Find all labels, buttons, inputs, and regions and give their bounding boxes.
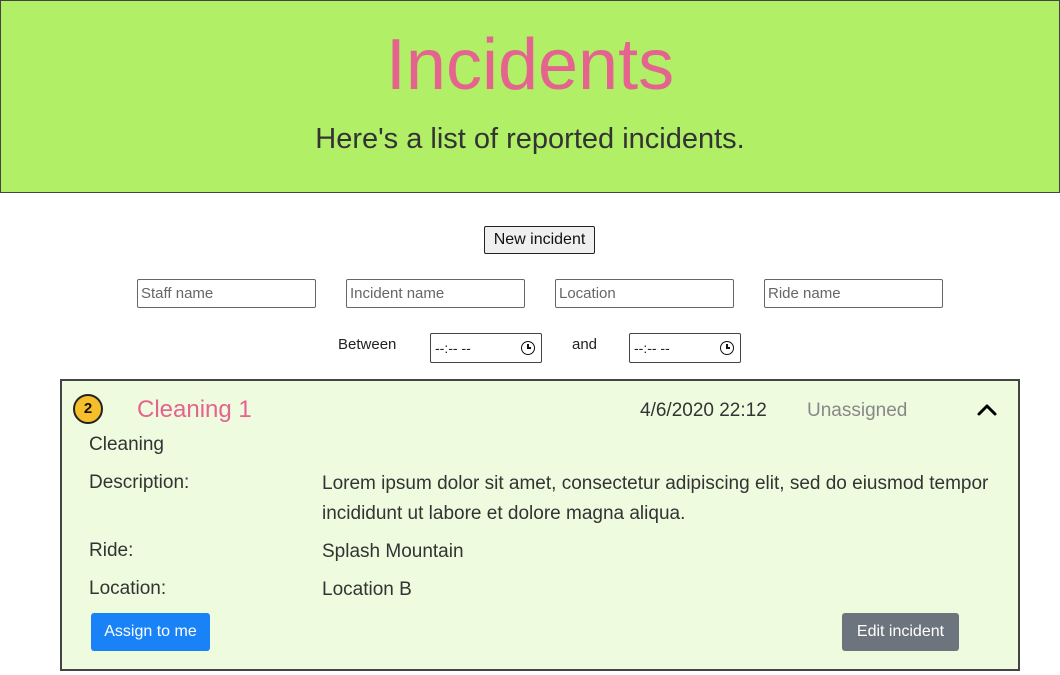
location-label: Location: — [89, 578, 167, 599]
and-label: and — [572, 336, 598, 353]
time-from-input[interactable]: --:-- -- — [430, 333, 542, 363]
page-header: Incidents Here's a list of reported inci… — [0, 0, 1060, 193]
time-to-input[interactable]: --:-- -- — [629, 333, 741, 363]
ride-label: Ride: — [89, 540, 134, 561]
staff-name-input[interactable] — [137, 279, 316, 308]
page-subtitle: Here's a list of reported incidents. — [315, 123, 745, 155]
description-label: Description: — [89, 472, 190, 493]
incident-type: Cleaning — [89, 434, 164, 455]
location-input[interactable] — [555, 279, 734, 308]
assign-to-me-button[interactable]: Assign to me — [91, 613, 210, 651]
incident-status: Unassigned — [807, 400, 908, 421]
incident-name-input[interactable] — [346, 279, 525, 308]
chevron-up-icon[interactable] — [975, 398, 999, 422]
time-to-value: --:-- -- — [634, 340, 670, 356]
incident-title: Cleaning 1 — [137, 396, 252, 423]
description-value: Lorem ipsum dolor sit amet, consectetur … — [322, 473, 989, 524]
incident-datetime: 4/6/2020 22:12 — [640, 400, 767, 421]
clock-icon[interactable] — [521, 341, 535, 355]
page-title: Incidents — [385, 25, 675, 105]
ride-value: Splash Mountain — [322, 541, 464, 562]
between-label: Between — [338, 336, 397, 353]
incident-card: 2 Cleaning 1 4/6/2020 22:12 Unassigned C… — [60, 379, 1020, 671]
edit-incident-button[interactable]: Edit incident — [842, 613, 959, 651]
ride-name-input[interactable] — [764, 279, 943, 308]
priority-badge: 2 — [73, 394, 103, 424]
time-from-value: --:-- -- — [435, 340, 471, 356]
location-value: Location B — [322, 579, 412, 600]
new-incident-button[interactable]: New incident — [484, 226, 595, 254]
clock-icon[interactable] — [720, 341, 734, 355]
